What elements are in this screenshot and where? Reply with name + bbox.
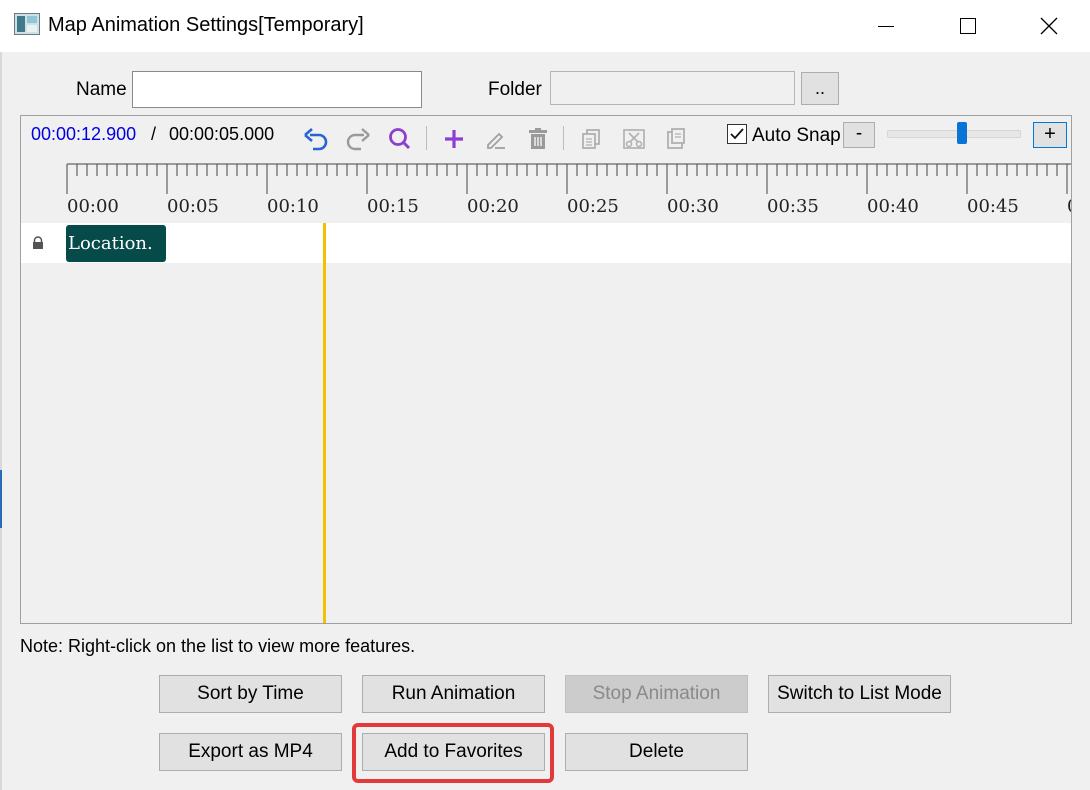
lock-icon[interactable] <box>31 236 45 250</box>
time-separator: / <box>151 124 157 144</box>
undo-icon[interactable] <box>301 124 331 154</box>
folder-field[interactable] <box>550 71 795 105</box>
stop-animation-button[interactable]: Stop Animation <box>565 675 748 713</box>
toolbar-separator <box>563 126 564 150</box>
ruler-tick-label: 00:05 <box>167 196 219 217</box>
window-edge-accent <box>0 470 2 528</box>
zoom-slider-thumb[interactable] <box>957 122 967 144</box>
title-bar: Map Animation Settings[Temporary] <box>0 0 1090 52</box>
ruler-tick-label: 00:35 <box>767 196 819 217</box>
ruler-tick-label: 00:20 <box>467 196 519 217</box>
ruler-tick-label: 00:10 <box>267 196 319 217</box>
total-time: 00:00:05.000 <box>169 124 275 144</box>
auto-snap-label: Auto Snap <box>752 125 841 146</box>
zoom-in-button[interactable]: + <box>1033 122 1067 148</box>
name-label: Name <box>76 79 127 100</box>
maximize-icon[interactable] <box>938 0 998 52</box>
zoom-slider-track[interactable] <box>887 130 1021 138</box>
switch-to-list-mode-button[interactable]: Switch to List Mode <box>768 675 951 713</box>
ruler-tick-label: 00:15 <box>367 196 419 217</box>
folder-label: Folder <box>488 79 542 100</box>
paste-icon[interactable] <box>661 124 691 154</box>
highlight-box <box>352 723 554 783</box>
close-icon[interactable] <box>1019 0 1079 52</box>
toolbar-separator <box>426 126 427 150</box>
window-edge <box>0 52 2 790</box>
cut-icon[interactable] <box>619 124 649 154</box>
ruler-tick-label: 00:30 <box>667 196 719 217</box>
auto-snap-checkbox[interactable] <box>727 124 747 144</box>
ruler-tick-label: 00:45 <box>967 196 1019 217</box>
ruler-tick-label: 0 <box>1067 196 1071 217</box>
run-animation-button[interactable]: Run Animation <box>362 675 545 713</box>
sort-by-time-button[interactable]: Sort by Time <box>159 675 342 713</box>
app-icon <box>14 13 40 35</box>
copy-icon[interactable] <box>577 124 607 154</box>
animation-clip[interactable]: Location. <box>66 225 166 262</box>
ruler-tick-label: 00:40 <box>867 196 919 217</box>
window-title: Map Animation Settings[Temporary] <box>48 14 364 36</box>
current-time: 00:00:12.900 <box>31 124 137 144</box>
delete-button[interactable]: Delete <box>565 733 748 771</box>
playhead[interactable] <box>323 223 326 623</box>
search-icon[interactable] <box>385 124 415 154</box>
name-input[interactable] <box>132 71 422 108</box>
edit-icon[interactable] <box>481 124 511 154</box>
note-text: Note: Right-click on the list to view mo… <box>20 636 416 656</box>
ruler-ticks <box>66 163 1071 194</box>
delete-icon[interactable] <box>523 124 553 154</box>
add-icon[interactable] <box>439 124 469 154</box>
ruler-tick-label: 00:00 <box>67 196 119 217</box>
ruler-tick-label: 00:25 <box>567 196 619 217</box>
zoom-out-button[interactable]: - <box>843 122 875 148</box>
browse-folder-button[interactable]: .. <box>801 72 839 105</box>
timeline-panel[interactable]: 00:00:12.900 / 00:00:05.000 Auto Snap - … <box>20 115 1072 624</box>
redo-icon[interactable] <box>343 124 373 154</box>
minimize-icon[interactable] <box>856 0 916 52</box>
track-row[interactable]: Location. <box>21 223 1071 263</box>
export-as-mp4-button[interactable]: Export as MP4 <box>159 733 342 771</box>
time-ruler[interactable]: 00:00 00:05 00:10 00:15 00:20 00:25 00:30 00:35… <box>21 162 1071 222</box>
